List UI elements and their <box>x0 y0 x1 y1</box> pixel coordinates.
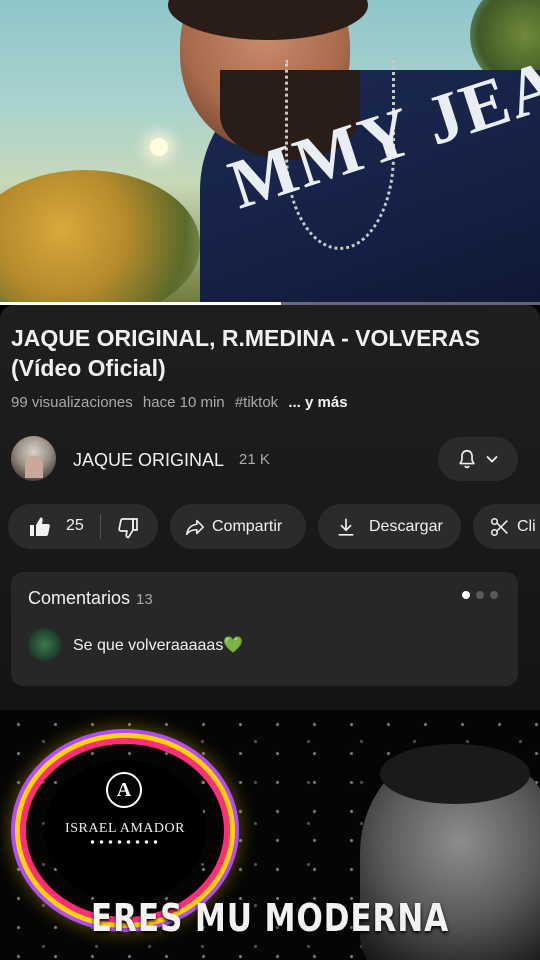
thumbs-up-icon[interactable] <box>28 515 52 539</box>
comments-header: Comentarios 13 <box>28 588 153 609</box>
comments-card[interactable]: Comentarios 13 Se que volveraaaaas💚 <box>11 572 518 686</box>
top-comment-text: Se que volveraaaaas💚 <box>73 637 244 654</box>
bell-icon <box>456 448 478 470</box>
hashtag-link[interactable]: #tiktok <box>235 394 278 411</box>
video-title[interactable]: JAQUE ORIGINAL, R.MEDINA - VOLVERAS (Víd… <box>11 323 521 383</box>
channel-row: JAQUE ORIGINAL 21 K <box>11 436 521 482</box>
clip-label: Cli <box>517 517 536 535</box>
like-dislike-group: 25 <box>8 504 158 549</box>
chevron-down-icon <box>484 451 500 467</box>
brand-dots <box>88 840 160 844</box>
commenter-avatar <box>28 628 61 661</box>
like-count: 25 <box>66 517 84 534</box>
video-frame-sun <box>150 138 168 156</box>
subscriber-count: 21 K <box>239 451 270 468</box>
brand-logo-icon: A <box>106 772 142 808</box>
share-icon <box>184 516 206 538</box>
carousel-dot-active <box>462 591 470 599</box>
carousel-dot <box>490 591 498 599</box>
channel-avatar[interactable] <box>11 436 56 481</box>
notifications-button[interactable] <box>438 437 518 481</box>
video-meta[interactable]: 99 visualizaciones hace 10 min #tiktok .… <box>11 394 354 411</box>
preview-portrait-hair <box>380 744 530 804</box>
comments-count: 13 <box>136 591 153 608</box>
next-video-preview[interactable]: A ISRAEL AMADOR ERES MU MODERNA <box>0 710 540 960</box>
scissors-icon <box>489 516 511 538</box>
action-bar: 25 Compartir Descargar Cli <box>8 504 540 549</box>
like-divider <box>100 514 101 539</box>
download-button[interactable]: Descargar <box>318 504 461 549</box>
video-player[interactable]: MMY JEAN <box>0 0 540 305</box>
brand-name: ISRAEL AMADOR <box>65 821 185 836</box>
video-frame-foliage <box>0 170 200 305</box>
view-count: 99 visualizaciones <box>11 394 133 411</box>
upload-time: hace 10 min <box>142 394 225 411</box>
comments-label: Comentarios <box>28 588 131 608</box>
share-label: Compartir <box>212 517 283 535</box>
clip-button[interactable]: Cli <box>473 504 540 549</box>
download-label: Descargar <box>369 517 443 535</box>
carousel-dots <box>462 591 498 599</box>
download-icon <box>335 516 357 538</box>
carousel-dot <box>476 591 484 599</box>
channel-name[interactable]: JAQUE ORIGINAL <box>73 450 224 471</box>
preview-title: ERES MU MODERNA <box>90 896 450 940</box>
thumbs-down-icon[interactable] <box>117 516 141 540</box>
more-link[interactable]: ... y más <box>288 394 347 411</box>
share-button[interactable]: Compartir <box>170 504 306 549</box>
